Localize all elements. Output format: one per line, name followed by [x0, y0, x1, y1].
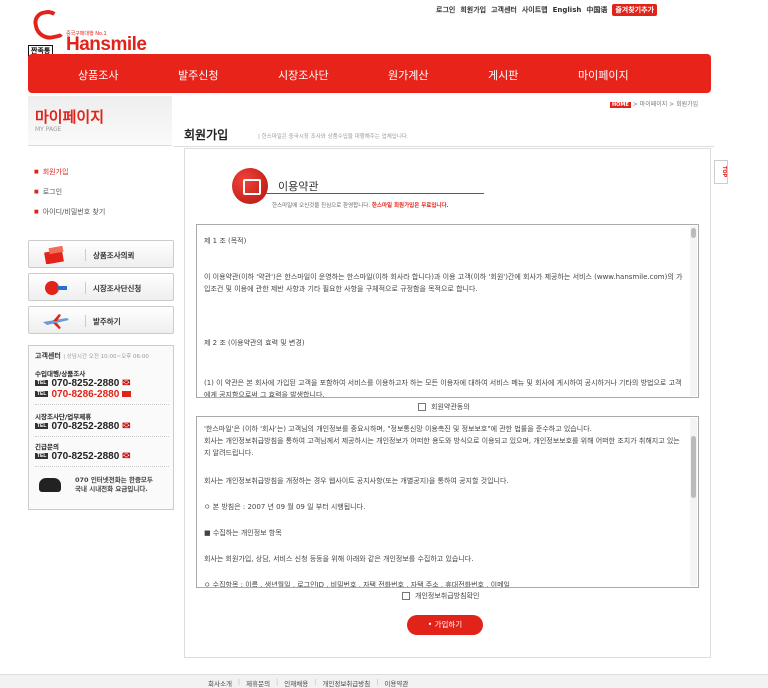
logo-brand: Hansmile — [66, 34, 147, 55]
cs-phone: TEL 070-8252-2880 ✉ — [35, 421, 131, 432]
breadcrumb: HOME > 마이페이지 > 회원가입 — [610, 101, 699, 108]
customer-center-title: 고객센터 | 상담시간 오전 10:00~오후 06:00 — [35, 352, 149, 360]
mypage-header: 마이페이지 MY PAGE — [28, 96, 172, 146]
quick-order-button[interactable]: 발주하기 — [28, 306, 174, 334]
quick-product-research-label: 상품조사의뢰 — [93, 251, 135, 260]
terms-agree-checkbox[interactable]: 회원약관동의 — [418, 402, 470, 412]
nav-item-market-research[interactable]: 시장조사단 — [278, 67, 329, 83]
footer-link-privacy[interactable]: 개인정보취급방침 — [322, 678, 370, 688]
sitemap-link[interactable]: 사이트맵 — [522, 5, 548, 15]
mypage-subtitle: MY PAGE — [35, 126, 62, 133]
footer: 회사소개 | 제휴문의 | 인재채용 | 개인정보취급방침 | 이용약관 — [0, 674, 768, 688]
top-utility-links: 로그인 회원가입 고객센터 사이트맵 English 中国语 즐겨찾기추가 — [436, 4, 657, 16]
side-menu-item-find-id-password[interactable]: 아이디/비밀번호 찾기 — [34, 202, 106, 222]
side-menu-item-join[interactable]: 회원가입 — [34, 162, 105, 182]
footer-link-company[interactable]: 회사소개 — [208, 678, 232, 688]
breadcrumb-home[interactable]: HOME — [610, 102, 631, 108]
footer-link-terms[interactable]: 이용약관 — [384, 678, 408, 688]
cs-phone: TEL 070-8252-2880 ✉ — [35, 451, 131, 462]
telephone-icon — [39, 478, 61, 492]
airplane-icon — [43, 314, 69, 329]
cs-phone-2: TEL 070-8286-2880 — [35, 389, 169, 400]
footer-link-partnership[interactable]: 제휴문의 — [246, 678, 270, 688]
nav-item-order-request[interactable]: 발주신청 — [178, 67, 218, 83]
logo-hand-icon — [31, 7, 65, 43]
main-nav: 상품조사 발주신청 시장조사단 원가계산 게시판 마이페이지 — [28, 54, 711, 93]
add-favorite-button[interactable]: 즐겨찾기추가 — [612, 4, 657, 16]
terms-scrollbar[interactable] — [690, 226, 697, 396]
nav-item-board[interactable]: 게시판 — [488, 67, 518, 83]
join-link[interactable]: 회원가입 — [460, 5, 486, 15]
page-description: | 한스마일은 중국시장 조사와 상품수입을 대행해주는 업체입니다. — [258, 134, 409, 140]
quick-market-research-button[interactable]: 시장조사단신청 — [28, 273, 174, 301]
quick-product-research-button[interactable]: 상품조사의뢰 — [28, 240, 174, 268]
side-menu-item-login[interactable]: 로그인 — [34, 182, 105, 202]
site-logo[interactable]: 중국구매대행 No.1 Hansmile 짠족통 — [28, 7, 147, 57]
mypage-title: 마이페이지 — [35, 108, 105, 126]
nav-item-cost-calculation[interactable]: 원가계산 — [388, 67, 428, 83]
customer-center-link[interactable]: 고객센터 — [491, 5, 517, 15]
quick-order-label: 발주하기 — [93, 317, 121, 326]
scroll-top-button[interactable]: TOP — [714, 160, 728, 184]
side-menu: 회원가입 로그인 아이디/비밀번호 찾기 — [34, 162, 106, 222]
page-title: 회원가입 — [184, 128, 229, 142]
nav-item-product-research[interactable]: 상품조사 — [78, 67, 118, 83]
join-button[interactable]: • 가입하기 — [407, 615, 483, 635]
privacy-agree-checkbox[interactable]: 개인정보취급방침확인 — [402, 591, 479, 601]
login-link[interactable]: 로그인 — [436, 5, 455, 15]
quick-market-research-label: 시장조사단신청 — [93, 284, 142, 293]
cs-block-import: 수입대행/상품조사 TEL 070-8252-2880 ✉ TEL 070-8286… — [35, 368, 169, 405]
internet-phone-note: 070 인터넷전화는 한중모두 국내 시내전화 요금입니다. — [35, 474, 169, 504]
cs-block-urgent: 긴급문의 TEL 070-8252-2880 ✉ — [35, 441, 169, 467]
nav-item-mypage[interactable]: 마이페이지 — [578, 67, 629, 83]
terms-section-title: 이용약관 — [278, 180, 319, 193]
customer-center-box: 고객센터 | 상담시간 오전 10:00~오후 06:00 수입대행/상품조사 … — [28, 345, 174, 510]
product-research-icon — [44, 246, 64, 264]
terms-section-icon — [232, 168, 268, 204]
privacy-textarea[interactable]: '한스마일'은 (이하 '회사'는) 고객님의 개인정보를 중요시하며, "정보… — [196, 416, 699, 588]
cs-block-market: 시장조사단/업무제휴 TEL 070-8252-2880 ✉ — [35, 411, 169, 437]
footer-link-recruit[interactable]: 인재채용 — [284, 678, 308, 688]
cs-phone: TEL 070-8252-2880 ✉ — [35, 378, 131, 389]
english-link[interactable]: English — [553, 6, 582, 14]
market-research-icon — [45, 281, 67, 295]
customer-center-hours: | 상담시간 오전 10:00~오후 06:00 — [63, 354, 149, 360]
chinese-link[interactable]: 中国语 — [586, 5, 607, 15]
terms-section-description: 한스마일에 오신것을 진심으로 환영합니다. 한스마일 회원가입은 무료입니다. — [272, 203, 449, 209]
privacy-scrollbar[interactable] — [690, 418, 697, 586]
terms-textarea[interactable]: 제 1 조 (목적) 이 이용약관(이하 '약관')은 한스마일이 운영하는 한… — [196, 224, 699, 398]
